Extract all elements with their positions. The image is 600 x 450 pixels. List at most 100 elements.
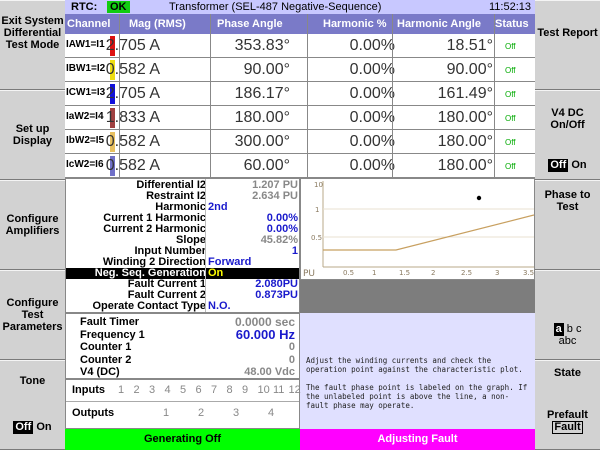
x-tick-label: 0.5 [343, 269, 354, 277]
x-tick-label: 3.5 [523, 269, 534, 277]
harmonic-angle-value: 180.00° [437, 157, 493, 174]
timer-label: Frequency 1 [80, 328, 145, 341]
status-value: Off [505, 114, 516, 123]
v4-dc-toggle[interactable]: Off On [535, 159, 600, 172]
col-divider [307, 14, 308, 178]
v4-dc-toggle-button[interactable]: V4 DC On/Off Off On [535, 90, 600, 180]
output-indicator: 3 [233, 407, 240, 419]
table-row[interactable]: IAW1=I1 2.705 A 353.83° 0.00% 18.51° Off [65, 34, 535, 58]
magnitude-value: 2.705 A [105, 37, 160, 54]
timer-value: 60.000 Hz [235, 326, 295, 342]
setup-display-button[interactable]: Set up Display [0, 90, 65, 180]
magnitude-value: 0.582 A [105, 157, 160, 174]
status-value: Off [505, 90, 516, 99]
input-indicator: 6 [195, 384, 202, 396]
v4-dc-off-option[interactable]: Off [548, 159, 569, 172]
timer-label: Counter 2 [80, 353, 132, 366]
input-indicator: 2 [133, 384, 140, 396]
state-prefault-option[interactable]: Prefault [535, 409, 600, 421]
timer-label: V4 (DC) [80, 366, 120, 378]
y-tick-label: 1 [315, 206, 319, 214]
channel-name: IBW1=I2 [66, 63, 106, 74]
input-indicator: 7 [211, 384, 218, 396]
v4-dc-on-option[interactable]: On [571, 159, 586, 171]
tone-label: Tone [19, 375, 46, 387]
configure-test-parameters-button[interactable]: Configure Test Parameters [0, 270, 65, 360]
param-value[interactable]: 45.82% [208, 235, 298, 246]
table-row[interactable]: ICW1=I3 2.705 A 186.17° 0.00% 161.49° Off [65, 82, 535, 106]
parameters-panel: Differential I2 1.207 PU Restraint I2 2.634… [65, 178, 300, 313]
phase-angle-value: 353.83° [234, 37, 290, 54]
help-paragraph: The fault phase point is labeled on the … [306, 383, 528, 410]
tone-toggle[interactable]: Off On [0, 421, 65, 434]
harmonic-angle-value: 180.00° [437, 109, 493, 126]
inputs-label: Inputs [72, 384, 105, 396]
harmonic-pct-value: 0.00% [349, 133, 395, 150]
io-divider [66, 401, 299, 402]
table-row[interactable]: IbW2=I5 0.582 A 300.00° 0.00% 180.00° Off [65, 130, 535, 154]
input-indicator: 3 [149, 384, 156, 396]
timer-row: Counter 1 0 [66, 341, 299, 353]
input-indicator: 12 [288, 384, 301, 396]
y-tick-label: 0.5 [311, 234, 322, 242]
title-bar: RTC: OK Transformer (SEL-487 Negative-Se… [65, 0, 535, 14]
configure-amplifiers-button[interactable]: Configure Amplifiers [0, 180, 65, 270]
table-row[interactable]: IaW2=I4 1.833 A 180.00° 0.00% 180.00° Off [65, 106, 535, 130]
phase-to-test-label: Phase to Test [544, 189, 591, 213]
characteristic-plot-svg: 10 1 0.5 PU 0.5 1 1.5 2 2.5 3 3.5 [303, 181, 535, 279]
rtc-label: RTC: [71, 1, 98, 13]
exit-differential-test-label: Exit System Differential Test Mode [1, 15, 64, 51]
right-button-panel: Test Report V4 DC On/Off Off On Phase to… [535, 0, 600, 450]
state-fault-option-wrap[interactable]: Fault [535, 421, 600, 434]
io-panel: Inputs 1 2 3 4 5 6 7 8 9 10 11 12 Outputs 1234 [65, 379, 301, 429]
configure-amplifiers-label: Configure Amplifiers [5, 213, 60, 237]
harmonic-pct-value: 0.00% [349, 61, 395, 78]
tone-off-option[interactable]: Off [13, 421, 34, 434]
timer-row: Frequency 1 60.000 Hz [66, 326, 299, 342]
status-value: Off [505, 42, 516, 51]
window-title: Transformer (SEL-487 Negative-Sequence) [169, 1, 382, 13]
phase-angle-value: 90.00° [243, 61, 290, 78]
test-report-button[interactable]: Test Report [535, 0, 600, 90]
phase-abc-option[interactable]: abc [535, 335, 600, 347]
magnitude-value: 1.833 A [105, 109, 160, 126]
phase-select-area[interactable]: a b c abc [535, 270, 600, 360]
state-button[interactable]: State Prefault Fault [535, 360, 600, 450]
y-tick-label: 10 [314, 181, 323, 189]
harmonic-pct-value: 0.00% [349, 109, 395, 126]
clock: 11:52:13 [488, 1, 531, 13]
phase-to-test-button[interactable]: Phase to Test [535, 180, 600, 270]
state-fault-option[interactable]: Fault [552, 421, 583, 434]
col-status: Status [495, 18, 529, 30]
generating-status[interactable]: Generating Off [65, 429, 300, 450]
param-value[interactable]: N.O. [208, 301, 298, 312]
param-divider [205, 179, 206, 312]
output-indicator: 1 [163, 407, 170, 419]
adjusting-status[interactable]: Adjusting Fault [300, 429, 535, 450]
status-value: Off [505, 138, 516, 147]
tone-on-option[interactable]: On [36, 421, 51, 433]
param-row[interactable]: Operate Contact Type N.O. [66, 301, 299, 312]
x-tick-label: 3 [495, 269, 499, 277]
phase-angle-value: 180.00° [234, 109, 290, 126]
table-row[interactable]: IcW2=I6 0.582 A 60.00° 0.00% 180.00° Off [65, 154, 535, 178]
exit-differential-test-button[interactable]: Exit System Differential Test Mode [0, 0, 65, 90]
channel-name: IbW2=I5 [66, 135, 105, 146]
param-label: Operate Contact Type [92, 300, 207, 312]
harmonic-angle-value: 90.00° [446, 61, 493, 78]
channel-name: IaW2=I4 [66, 111, 104, 122]
input-indicator: 1 [118, 384, 125, 396]
magnitude-value: 0.582 A [105, 133, 160, 150]
magnitude-value: 0.582 A [105, 61, 160, 78]
table-row[interactable]: IBW1=I2 0.582 A 90.00° 0.00% 90.00° Off [65, 58, 535, 82]
phase-b-option[interactable]: b [567, 323, 573, 335]
col-divider [210, 14, 211, 178]
test-report-label: Test Report [537, 27, 598, 39]
col-harmonic-pct: Harmonic % [323, 18, 387, 30]
x-tick-label: 1.5 [399, 269, 410, 277]
tone-button[interactable]: Tone Off On [0, 360, 65, 450]
outputs-label: Outputs [72, 407, 115, 419]
timer-row: Counter 2 0 [66, 354, 299, 366]
channel-table: Channel Mag (RMS) Phase Angle Harmonic %… [65, 14, 535, 178]
phase-c-option[interactable]: c [576, 323, 582, 335]
